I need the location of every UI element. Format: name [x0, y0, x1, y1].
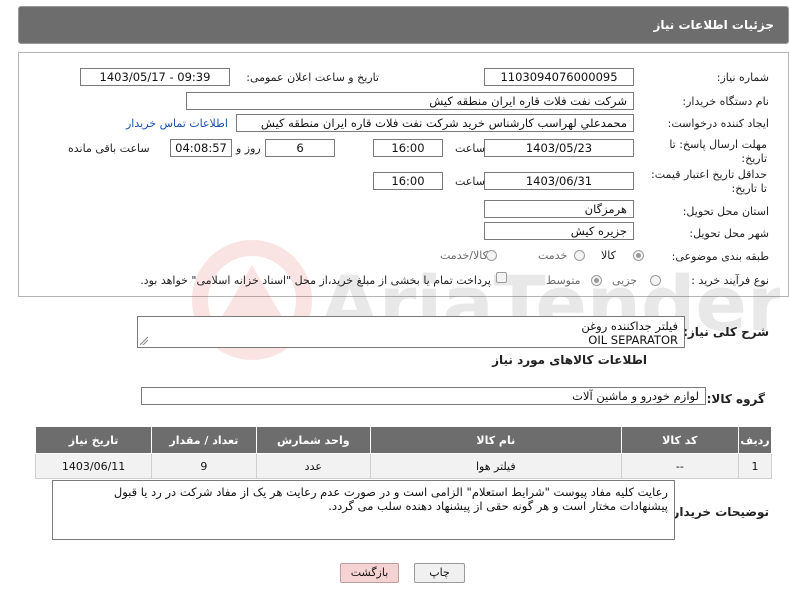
remaining-time-field: 04:08:57: [170, 139, 232, 157]
category-label: طبقه بندی موضوعی:: [671, 250, 769, 263]
col-header-qty: تعداد / مقدار: [151, 426, 257, 454]
buyer-org-field: شرکت نفت فلات قاره ایران منطقه کیش: [186, 92, 634, 110]
description-textbox: فیلتر جداکننده روغن OIL SEPARATOR: [137, 316, 685, 348]
announce-date-label: تاریخ و ساعت اعلان عمومی:: [246, 71, 379, 84]
print-button[interactable]: چاپ: [414, 563, 465, 583]
process-radio-medium[interactable]: [591, 275, 602, 286]
process-type-label: نوع فرآیند خرید :: [691, 274, 769, 287]
col-header-date: تاریخ نیاز: [34, 426, 153, 454]
price-time-word: ساعت: [455, 175, 485, 188]
cell-row: 1: [738, 453, 772, 479]
col-header-name: نام کالا: [370, 426, 622, 454]
col-header-code: کد کالا: [620, 426, 740, 454]
need-number-field: 1103094076000095: [484, 68, 634, 86]
category-option-service: خدمت: [538, 249, 568, 262]
goods-group-label: گروه کالا:: [706, 392, 765, 406]
buyer-notes-line-2: پیشنهادات مختار است و هر گونه حقی از پیش…: [328, 499, 668, 513]
description-line-1: فیلتر جداکننده روغن: [581, 319, 678, 333]
description-label: شرح کلی نیاز:: [683, 325, 769, 339]
description-line-2: OIL SEPARATOR: [588, 333, 678, 347]
reply-time-field: 16:00: [373, 139, 443, 157]
days-remaining-field: 6: [265, 139, 335, 157]
process-option-medium: متوسط: [546, 274, 581, 287]
treasury-payment-note: پرداخت تمام یا بخشی از مبلغ خرید،از محل …: [140, 274, 491, 287]
creator-label: ایجاد کننده درخواست:: [667, 117, 769, 130]
province-label: استان محل تحویل:: [682, 205, 769, 218]
reply-date-field: 1403/05/23: [484, 139, 634, 157]
col-header-unit: واحد شمارش: [255, 426, 372, 454]
city-field: جزیره کیش: [484, 222, 634, 240]
goods-info-title: اطلاعات کالاهای مورد نیاز: [492, 353, 647, 367]
price-validity-label: حداقل تاریخ اعتبار قیمت: تا تاریخ:: [651, 168, 767, 195]
cell-name: فیلتر هوا: [370, 453, 622, 479]
category-option-goods: کالا: [601, 249, 616, 262]
cell-qty: 9: [151, 453, 257, 479]
days-and-label: روز و: [236, 142, 261, 155]
reply-deadline-label: مهلت ارسال پاسخ: تا تاریخ:: [669, 138, 767, 165]
treasury-payment-checkbox[interactable]: [496, 272, 507, 283]
remaining-time-label: ساعت باقی مانده: [68, 142, 150, 155]
creator-field: محمدعلي لهراسب كارشناس خريد شرکت نفت فلا…: [236, 114, 634, 132]
process-option-minor: جزیی: [612, 274, 638, 287]
buyer-org-label: نام دستگاه خریدار:: [682, 95, 769, 108]
province-field: هرمزگان: [484, 200, 634, 218]
buyer-notes-textbox: رعایت کلیه مفاد پیوست "شرایط استعلام" ال…: [52, 480, 675, 540]
resize-grip-icon[interactable]: [140, 337, 148, 345]
page-title: جزئیات اطلاعات نیاز: [653, 18, 774, 32]
cell-date: 1403/06/11: [34, 453, 153, 479]
reply-time-word: ساعت: [455, 142, 485, 155]
buyer-notes-line-1: رعایت کلیه مفاد پیوست "شرایط استعلام" ال…: [113, 485, 668, 499]
city-label: شهر محل تحویل:: [689, 227, 769, 240]
buyer-notes-label: توضیحات خریدار:: [667, 505, 769, 519]
goods-table-header: ردیف کد کالا نام کالا واحد شمارش تعداد /…: [34, 426, 772, 454]
page-header: جزئیات اطلاعات نیاز: [18, 6, 789, 44]
need-number-label: شماره نیاز:: [716, 71, 769, 84]
category-radio-service[interactable]: [574, 250, 585, 261]
cell-unit: عدد: [255, 453, 372, 479]
table-row: 1 -- فیلتر هوا عدد 9 1403/06/11: [34, 453, 772, 479]
back-button[interactable]: بازگشت: [340, 563, 399, 583]
watermark-logo: AriaTender.neT: [192, 240, 780, 360]
price-validity-date-field: 1403/06/31: [484, 172, 634, 190]
price-validity-time-field: 16:00: [373, 172, 443, 190]
goods-table: ردیف کد کالا نام کالا واحد شمارش تعداد /…: [34, 426, 772, 479]
announce-date-field: 1403/05/17 - 09:39: [80, 68, 230, 86]
buyer-contact-link[interactable]: اطلاعات تماس خریدار: [126, 117, 228, 130]
goods-group-field: لوازم خودرو و ماشین آلات: [141, 387, 706, 405]
category-option-both: کالا/خدمت: [440, 249, 488, 262]
process-radio-minor[interactable]: [650, 275, 661, 286]
category-radio-goods[interactable]: [633, 250, 644, 261]
col-header-row: ردیف: [738, 426, 772, 454]
cell-code: --: [620, 453, 740, 479]
